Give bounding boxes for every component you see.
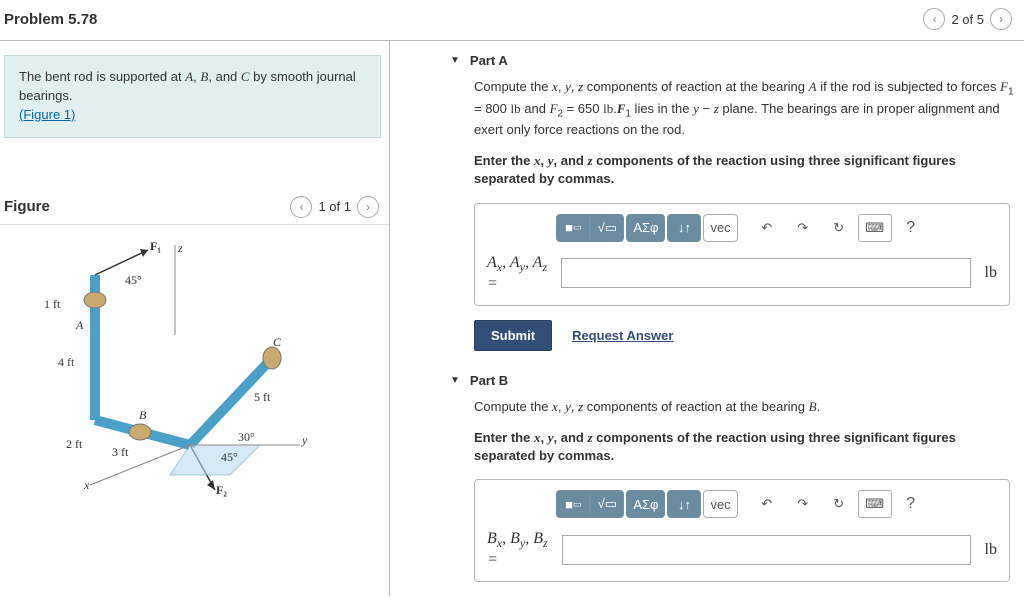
part-b-title: Part B [470,373,508,388]
part-a-header[interactable]: ▼ Part A [450,49,1014,78]
part-a-title: Part A [470,53,508,68]
equation-toolbar-b: ■▭ √▭ ΑΣφ ↓↑ vec ↶ ↷ ↻ ⌨ ? [487,490,997,518]
problem-statement: The bent rod is supported at A, B, and C… [4,55,381,138]
keyboard-button[interactable]: ⌨ [858,214,892,242]
part-b-unit: lb [985,541,997,559]
reset-button[interactable]: ↻ [822,490,856,518]
problem-title: Problem 5.78 [4,11,97,28]
undo-button[interactable]: ↶ [750,490,784,518]
keyboard-button[interactable]: ⌨ [858,490,892,518]
figure-heading: Figure [4,198,50,215]
figure-diagram: F₁ F₂ A B C z y x 45° 30° 45° 1 ft 4 ft … [0,225,389,525]
part-b-header[interactable]: ▼ Part B [450,369,1014,398]
part-b-answer-box: ■▭ √▭ ΑΣφ ↓↑ vec ↶ ↷ ↻ ⌨ ? [474,479,1010,582]
pager-text: 2 of 5 [951,12,984,27]
redo-button[interactable]: ↷ [786,490,820,518]
equation-toolbar-a: ■▭ √▭ ΑΣφ ↓↑ vec ↶ ↷ ↻ ⌨ ? [487,214,997,242]
figure-header: Figure ‹ 1 of 1 › [0,192,389,225]
arrows-button[interactable]: ↓↑ [667,490,701,518]
figure-link[interactable]: (Figure 1) [19,107,75,122]
greek-button[interactable]: ΑΣφ [626,214,665,242]
template-button[interactable]: ■▭ [556,214,590,242]
part-b-answer-input[interactable] [562,535,971,565]
greek-button[interactable]: ΑΣφ [626,490,665,518]
reset-button[interactable]: ↻ [822,214,856,242]
part-a-variable-label: Ax, Ay, Az= [487,254,547,293]
part-a-prompt: Compute the x, y, z components of reacti… [450,78,1014,148]
part-a-instructions: Enter the x, y, and z components of the … [450,148,1014,202]
help-button[interactable]: ? [894,214,928,242]
part-b-prompt: Compute the x, y, z components of reacti… [450,398,1014,425]
fraction-button[interactable]: √▭ [590,490,624,518]
page-header: Problem 5.78 ‹ 2 of 5 › [0,0,1024,41]
part-b-variable-label: Bx, By, Bz= [487,530,548,569]
undo-button[interactable]: ↶ [750,214,784,242]
part-a-unit: lb [985,264,997,282]
prev-problem-button[interactable]: ‹ [923,8,945,30]
template-button[interactable]: ■▭ [556,490,590,518]
collapse-icon: ▼ [450,375,460,386]
request-answer-link-a[interactable]: Request Answer [572,328,673,343]
submit-button-a[interactable]: Submit [474,320,552,351]
problem-pager: ‹ 2 of 5 › [923,8,1012,30]
collapse-icon: ▼ [450,55,460,66]
arrows-button[interactable]: ↓↑ [667,214,701,242]
next-problem-button[interactable]: › [990,8,1012,30]
vec-button[interactable]: vec [703,490,737,518]
fraction-button[interactable]: √▭ [590,214,624,242]
part-a-answer-input[interactable] [561,258,970,288]
vec-button[interactable]: vec [703,214,737,242]
help-button[interactable]: ? [894,490,928,518]
figure-pager-text: 1 of 1 [318,199,351,214]
prev-figure-button[interactable]: ‹ [290,196,312,218]
next-figure-button[interactable]: › [357,196,379,218]
part-b-instructions: Enter the x, y, and z components of the … [450,425,1014,479]
part-a-answer-box: ■▭ √▭ ΑΣφ ↓↑ vec ↶ ↷ ↻ ⌨ ? [474,203,1010,306]
redo-button[interactable]: ↷ [786,214,820,242]
